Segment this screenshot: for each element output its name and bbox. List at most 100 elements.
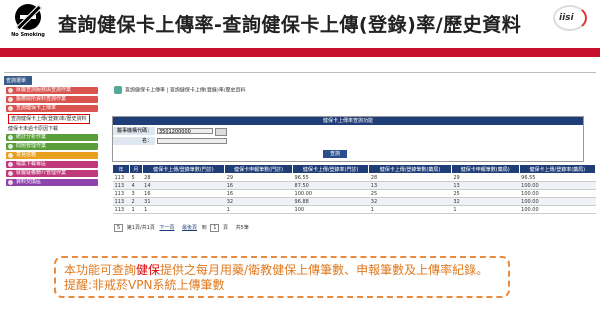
table-cell: 16 xyxy=(142,189,225,198)
column-header: 健保卡申報筆數(門診) xyxy=(224,164,294,174)
table-cell: 1 xyxy=(142,205,225,214)
sidebar-sub-reason-download[interactable]: 健保卡未過卡原因下載 xyxy=(8,126,101,132)
name-input[interactable] xyxy=(157,138,227,144)
sidebar-item2-0[interactable]: 統計分析作業 xyxy=(6,134,98,141)
table-cell: 28 xyxy=(142,173,225,182)
table-cell: 113 xyxy=(112,205,130,214)
sidebar: 查詢選單 就醫查詢服務與查詢作業 醫療院所資料查詢作業 查詢健保卡上傳率 查詢健保卡… xyxy=(4,76,101,246)
code-suffix-input[interactable] xyxy=(215,128,227,136)
note-box: 本功能可查詢健保提供之每月用藥/衛教健保上傳筆數、申報筆數及上傳率紀錄。 提醒:… xyxy=(54,256,510,298)
sidebar-item2-4[interactable]: 就醫疑義轉介管理作業 xyxy=(6,170,98,177)
code-input[interactable]: 3501200000 xyxy=(157,128,213,135)
table-cell: 5 xyxy=(129,173,143,182)
page-title: 查詢健保卡上傳率-查詢健保卡上傳(登錄)率/歷史資料 xyxy=(58,14,522,36)
sidebar-item2-3[interactable]: 檔案下載專區 xyxy=(6,161,98,168)
sidebar-item2-2[interactable]: 意見信箱 xyxy=(6,152,98,159)
table-cell: 113 xyxy=(112,189,130,198)
table-cell: 29 xyxy=(224,173,293,182)
query-button[interactable]: 查詢 xyxy=(323,150,347,158)
table-cell: 96.88 xyxy=(292,197,369,206)
table-cell: 31 xyxy=(142,197,225,206)
page-suffix: 頁 xyxy=(223,225,229,231)
table-cell: 3 xyxy=(129,189,143,198)
table-cell: 96.55 xyxy=(519,173,596,182)
table-cell: 100.00 xyxy=(519,205,596,214)
table-cell: 28 xyxy=(368,173,452,182)
table-cell: 2 xyxy=(129,197,143,206)
table-cell: 87.50 xyxy=(292,181,369,190)
name-row: 名： xyxy=(113,137,583,145)
table-cell: 1 xyxy=(451,205,520,214)
no-smoking-icon: No Smoking xyxy=(9,4,47,44)
last-page-link[interactable]: 最後頁 xyxy=(182,225,197,231)
table-cell: 16 xyxy=(224,189,293,198)
table-row: 113 3 16 16 100.00 25 25 100.00 xyxy=(112,189,596,198)
table-cell: 1 xyxy=(129,205,143,214)
pager: 5 第1頁/共1頁 下一頁 最後頁 到 1 頁 共5筆 xyxy=(112,224,249,232)
sidebar-item-1[interactable]: 醫療院所資料查詢作業 xyxy=(6,96,98,103)
table-cell: 100.00 xyxy=(519,197,596,206)
table-cell: 4 xyxy=(129,181,143,190)
sidebar-head: 查詢選單 xyxy=(4,76,32,85)
sidebar-item2-1[interactable]: 問題管理作業 xyxy=(6,143,98,150)
column-header: 健保卡上傳/登錄筆數(藥局) xyxy=(368,164,452,174)
table-cell: 13 xyxy=(368,181,452,190)
per-page-select[interactable]: 5 xyxy=(114,224,124,232)
results-table: 年月健保卡上傳/登錄筆數(門診) 健保卡申報筆數(門診) 健保卡上傳/登錄率(門診)… xyxy=(111,164,597,214)
note-line-2: 提醒:非戒菸VPN系統上傳筆數 xyxy=(64,278,225,292)
sidebar-item-2[interactable]: 查詢健保卡上傳率 xyxy=(6,105,98,112)
main-content: 查詢健保卡上傳率 | 查詢健保卡上傳(登錄)率/歷史資料 健保卡上傳率查詢功能 … xyxy=(104,76,597,246)
table-cell: 96.55 xyxy=(292,173,369,182)
table-cell: 1 xyxy=(368,205,452,214)
table-cell: 29 xyxy=(451,173,520,182)
table-cell: 100.00 xyxy=(519,181,596,190)
table-cell: 16 xyxy=(224,181,293,190)
table-cell: 113 xyxy=(112,181,130,190)
table-row: 113 4 14 16 87.50 13 13 100.00 xyxy=(112,181,596,190)
table-cell: 1 xyxy=(224,205,293,214)
goto-label: 到 xyxy=(201,225,207,231)
table-cell: 113 xyxy=(112,173,130,182)
table-cell: 100 xyxy=(292,205,369,214)
sidebar-item-0[interactable]: 就醫查詢服務與查詢作業 xyxy=(6,87,98,94)
header-divider xyxy=(0,48,600,57)
note-text-c: 提供之每月用藥/衛教健保上傳筆數、申報筆數及上傳率紀錄。 xyxy=(160,263,489,277)
logo-text: iisi xyxy=(559,13,574,23)
slide-header: No Smoking 查詢健保卡上傳率-查詢健保卡上傳(登錄)率/歷史資料 ii… xyxy=(0,0,600,48)
query-panel: 健保卡上傳率查詢功能 醫事機構代碼： 3501200000 名： 查詢 xyxy=(112,116,584,162)
next-page-link[interactable]: 下一頁 xyxy=(159,225,174,231)
table-cell: 100.00 xyxy=(292,189,369,198)
table-cell: 113 xyxy=(112,197,130,206)
table-row: 113 2 31 32 96.88 32 32 100.00 xyxy=(112,197,596,206)
code-label: 醫事機構代碼： xyxy=(113,127,155,135)
page-select[interactable]: 1 xyxy=(210,224,220,232)
table-row: 113 1 1 1 100 1 1 100.00 xyxy=(112,205,596,214)
table-cell: 32 xyxy=(224,197,293,206)
table-cell: 25 xyxy=(368,189,452,198)
page-info: 第1頁/共1頁 xyxy=(126,225,155,231)
column-header: 健保卡上傳/登錄率(藥局) xyxy=(518,164,597,174)
table-cell: 32 xyxy=(451,197,520,206)
name-label: 名： xyxy=(113,137,155,145)
column-header: 年 xyxy=(111,164,131,174)
breadcrumb-text: 查詢健保卡上傳率 | 查詢健保卡上傳(登錄)率/歷史資料 xyxy=(125,87,246,94)
table-cell: 25 xyxy=(451,189,520,198)
sidebar-item2-5[interactable]: 資料交換區 xyxy=(6,179,98,186)
sidebar-sub-upload-rate-history[interactable]: 查詢健保卡上傳(登錄)率/歷史資料 xyxy=(8,114,90,124)
table-cell: 32 xyxy=(368,197,452,206)
table-cell: 100.00 xyxy=(519,189,596,198)
no-smoking-label: No Smoking xyxy=(11,32,45,38)
query-panel-title: 健保卡上傳率查詢功能 xyxy=(113,117,583,125)
column-header: 健保卡申報筆數(藥局) xyxy=(450,164,520,174)
table-cell: 13 xyxy=(451,181,520,190)
table-cell: 14 xyxy=(142,181,225,190)
breadcrumb: 查詢健保卡上傳率 | 查詢健保卡上傳(登錄)率/歷史資料 xyxy=(114,86,245,94)
note-text-highlight: 健保 xyxy=(136,263,161,277)
note-text-a: 本功能可查詢 xyxy=(64,263,137,277)
column-header: 健保卡上傳/登錄筆數(門診) xyxy=(141,164,226,174)
column-header: 月 xyxy=(129,164,143,174)
table-row: 113 5 28 29 96.55 28 29 96.55 xyxy=(112,173,596,182)
folder-icon xyxy=(114,86,122,94)
total-count: 共5筆 xyxy=(235,225,249,231)
note-line-1: 本功能可查詢健保提供之每月用藥/衛教健保上傳筆數、申報筆數及上傳率紀錄。 xyxy=(64,263,500,278)
